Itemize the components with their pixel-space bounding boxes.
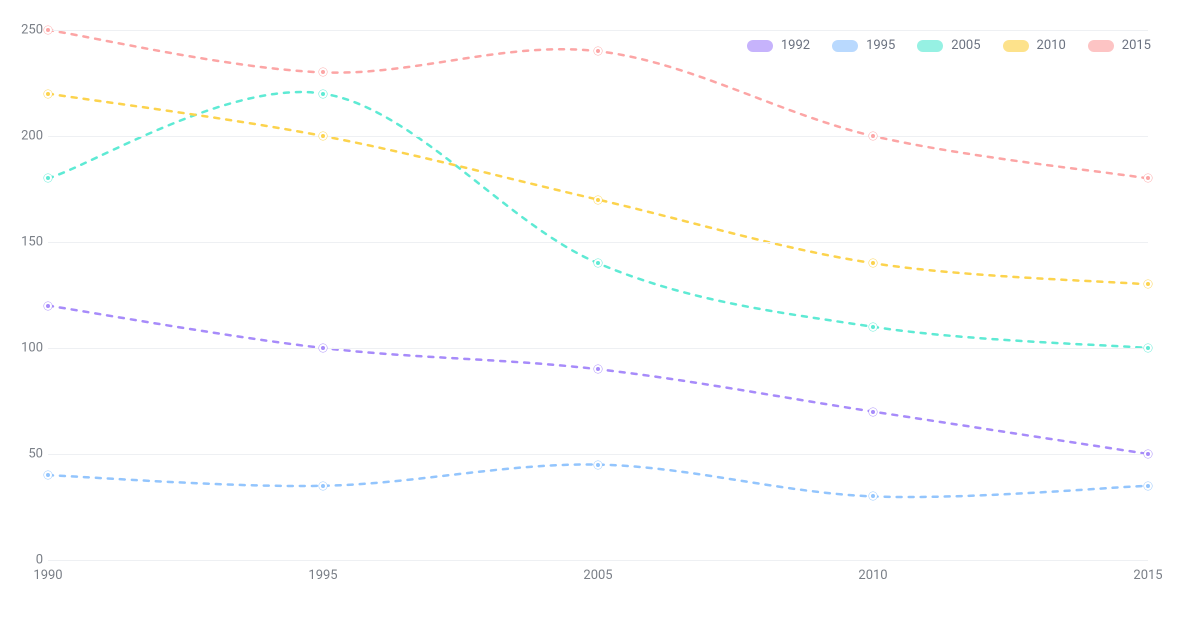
data-point <box>44 174 52 182</box>
data-point <box>1144 482 1152 490</box>
y-tick-label: 150 <box>5 235 43 250</box>
grid-line <box>48 136 1148 137</box>
data-point <box>1144 344 1152 352</box>
grid-line <box>48 560 1148 561</box>
data-point <box>594 365 602 373</box>
series-line <box>48 464 1148 497</box>
data-point <box>1144 280 1152 288</box>
data-point <box>869 259 877 267</box>
data-point <box>44 90 52 98</box>
grid-line <box>48 242 1148 243</box>
x-tick-label: 2010 <box>858 568 887 583</box>
y-tick-label: 50 <box>5 447 43 462</box>
series-line <box>48 92 1148 348</box>
data-point <box>319 132 327 140</box>
data-point <box>319 68 327 76</box>
series-line <box>48 94 1148 285</box>
plot-area <box>48 30 1148 560</box>
y-tick-label: 0 <box>5 553 43 568</box>
data-point <box>594 259 602 267</box>
series-line <box>48 306 1148 454</box>
y-tick-label: 250 <box>5 23 43 38</box>
data-point <box>594 461 602 469</box>
y-tick-label: 100 <box>5 341 43 356</box>
x-tick-label: 2005 <box>583 568 612 583</box>
data-point <box>869 323 877 331</box>
data-point <box>594 47 602 55</box>
data-point <box>1144 450 1152 458</box>
x-tick-label: 1990 <box>33 568 62 583</box>
data-point <box>869 492 877 500</box>
data-point <box>594 196 602 204</box>
x-tick-label: 2015 <box>1133 568 1162 583</box>
data-point <box>869 408 877 416</box>
x-tick-label: 1995 <box>308 568 337 583</box>
grid-line <box>48 348 1148 349</box>
data-point <box>44 471 52 479</box>
grid-line <box>48 454 1148 455</box>
data-point <box>319 482 327 490</box>
data-point <box>319 90 327 98</box>
data-point <box>1144 174 1152 182</box>
data-point <box>44 26 52 34</box>
data-point <box>869 132 877 140</box>
line-chart: 19921995200520102015 0501001502002501990… <box>0 0 1179 633</box>
data-point <box>319 344 327 352</box>
grid-line <box>48 30 1148 31</box>
data-point <box>44 302 52 310</box>
y-tick-label: 200 <box>5 129 43 144</box>
chart-lines <box>48 30 1148 560</box>
